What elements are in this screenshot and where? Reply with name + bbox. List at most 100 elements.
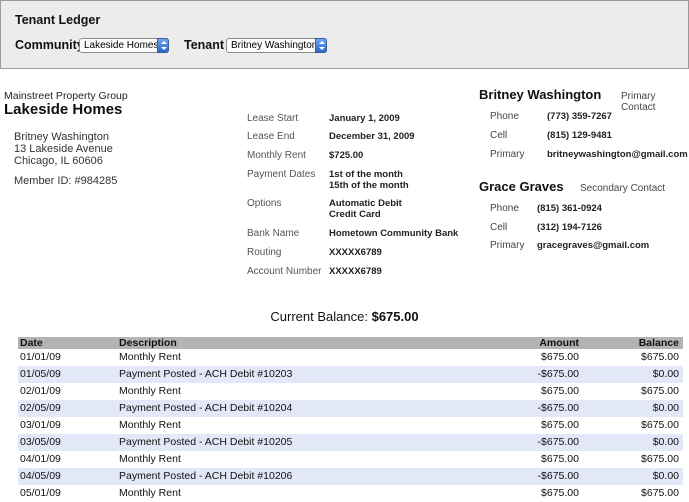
payment-dates-label: Payment Dates (247, 169, 316, 180)
row-amount: $675.00 (541, 453, 579, 465)
payment-date-2: 15th of the month (329, 180, 409, 191)
payment-date-1: 1st of the month (329, 169, 403, 180)
bank-name-label: Bank Name (247, 228, 300, 239)
current-balance: Current Balance: $675.00 (0, 309, 689, 324)
row-amount: $675.00 (541, 385, 579, 397)
primary-cell-value: (815) 129-9481 (547, 130, 612, 141)
lease-start-value: January 1, 2009 (329, 113, 400, 124)
row-amount: $675.00 (541, 419, 579, 431)
table-row[interactable]: 04/01/09 Monthly Rent $675.00 $675.00 (18, 451, 683, 468)
row-date: 02/01/09 (20, 385, 61, 397)
primary-cell-label: Cell (490, 130, 508, 141)
current-balance-amount: $675.00 (371, 309, 419, 324)
ledger-header-row: Date Description Amount Balance (18, 337, 683, 349)
account-number-label: Account Number (247, 266, 322, 277)
page-title: Tenant Ledger (15, 13, 101, 27)
row-date: 04/01/09 (20, 453, 61, 465)
secondary-phone-value: (815) 361-0924 (537, 203, 602, 214)
column-header-balance[interactable]: Balance (639, 337, 679, 349)
row-date: 03/05/09 (20, 436, 61, 448)
row-date: 03/01/09 (20, 419, 61, 431)
community-name: Lakeside Homes (4, 101, 123, 118)
row-date: 01/05/09 (20, 368, 61, 380)
row-description: Payment Posted - ACH Debit #10205 (119, 436, 293, 448)
row-description: Monthly Rent (119, 453, 181, 465)
secondary-contact-type: Secondary Contact (580, 183, 666, 194)
tenant-select-value: Britney Washington (231, 40, 318, 51)
row-amount: -$675.00 (537, 368, 579, 380)
row-description: Monthly Rent (119, 487, 181, 499)
address-line-1: 13 Lakeside Avenue (14, 143, 113, 155)
table-row[interactable]: 03/01/09 Monthly Rent $675.00 $675.00 (18, 417, 683, 434)
routing-value: XXXXX6789 (329, 247, 382, 258)
row-amount: $675.00 (541, 487, 579, 499)
lease-start-label: Lease Start (247, 113, 299, 124)
table-row[interactable]: 02/05/09 Payment Posted - ACH Debit #1020… (18, 400, 683, 417)
row-date: 04/05/09 (20, 470, 61, 482)
table-row[interactable]: 05/01/09 Monthly Rent $675.00 $675.00 (18, 485, 683, 502)
column-header-description[interactable]: Description (119, 337, 177, 349)
row-balance: $0.00 (652, 470, 679, 482)
row-balance: $675.00 (641, 351, 679, 363)
tenant-label: Tenant (184, 38, 225, 52)
row-balance: $675.00 (641, 385, 679, 397)
secondary-phone-label: Phone (490, 203, 519, 214)
lease-end-label: Lease End (247, 131, 295, 142)
option-2: Credit Card (329, 209, 381, 220)
monthly-rent-value: $725.00 (329, 150, 364, 161)
community-select[interactable]: Lakeside Homes (79, 38, 169, 53)
row-balance: $0.00 (652, 402, 679, 414)
account-number-value: XXXXX6789 (329, 266, 382, 277)
community-select-value: Lakeside Homes (84, 40, 159, 51)
table-row[interactable]: 02/01/09 Monthly Rent $675.00 $675.00 (18, 383, 683, 400)
primary-contact-type: Primary Contact (621, 91, 656, 113)
tenant-name: Britney Washington (14, 131, 109, 143)
select-arrows-icon (315, 38, 327, 53)
member-id: Member ID: #984285 (14, 175, 118, 187)
routing-label: Routing (247, 247, 282, 258)
row-amount: -$675.00 (537, 402, 579, 414)
table-row[interactable]: 01/01/09 Monthly Rent $675.00 $675.00 (18, 349, 683, 366)
row-balance: $675.00 (641, 453, 679, 465)
lease-end-value: December 31, 2009 (329, 131, 415, 142)
table-row[interactable]: 04/05/09 Payment Posted - ACH Debit #1020… (18, 468, 683, 485)
row-balance: $675.00 (641, 487, 679, 499)
row-date: 01/01/09 (20, 351, 61, 363)
select-arrows-icon (157, 38, 169, 53)
primary-email-value[interactable]: britneywashington@gmail.com (547, 149, 688, 160)
secondary-email-value[interactable]: gracegraves@gmail.com (537, 240, 649, 251)
secondary-cell-value: (312) 194-7126 (537, 222, 602, 233)
column-header-amount[interactable]: Amount (539, 337, 579, 349)
secondary-cell-label: Cell (490, 222, 508, 233)
column-header-date[interactable]: Date (20, 337, 43, 349)
filter-bar: Tenant Ledger Community Lakeside Homes T… (0, 0, 689, 69)
row-description: Monthly Rent (119, 419, 181, 431)
table-row[interactable]: 01/05/09 Payment Posted - ACH Debit #1020… (18, 366, 683, 383)
row-balance: $0.00 (652, 368, 679, 380)
monthly-rent-label: Monthly Rent (247, 150, 306, 161)
primary-email-label: Primary (490, 149, 525, 160)
row-amount: $675.00 (541, 351, 579, 363)
option-1: Automatic Debit (329, 198, 402, 209)
options-label: Options (247, 198, 282, 209)
tenant-select[interactable]: Britney Washington (226, 38, 327, 53)
row-description: Payment Posted - ACH Debit #10206 (119, 470, 293, 482)
community-label: Community (15, 38, 84, 52)
row-balance: $675.00 (641, 419, 679, 431)
row-description: Monthly Rent (119, 385, 181, 397)
row-amount: -$675.00 (537, 436, 579, 448)
secondary-contact-name: Grace Graves (479, 179, 564, 194)
row-date: 02/05/09 (20, 402, 61, 414)
primary-phone-label: Phone (490, 111, 519, 122)
ledger-rows: 01/01/09 Monthly Rent $675.00 $675.00 01/05/… (18, 349, 683, 502)
row-amount: -$675.00 (537, 470, 579, 482)
table-row[interactable]: 03/05/09 Payment Posted - ACH Debit #1020… (18, 434, 683, 451)
row-description: Monthly Rent (119, 351, 181, 363)
bank-name-value: Hometown Community Bank (329, 228, 459, 239)
row-balance: $0.00 (652, 436, 679, 448)
current-balance-label: Current Balance: (270, 309, 368, 324)
row-description: Payment Posted - ACH Debit #10204 (119, 402, 293, 414)
secondary-email-label: Primary (490, 240, 525, 251)
primary-contact-name: Britney Washington (479, 87, 602, 102)
primary-phone-value: (773) 359-7267 (547, 111, 612, 122)
